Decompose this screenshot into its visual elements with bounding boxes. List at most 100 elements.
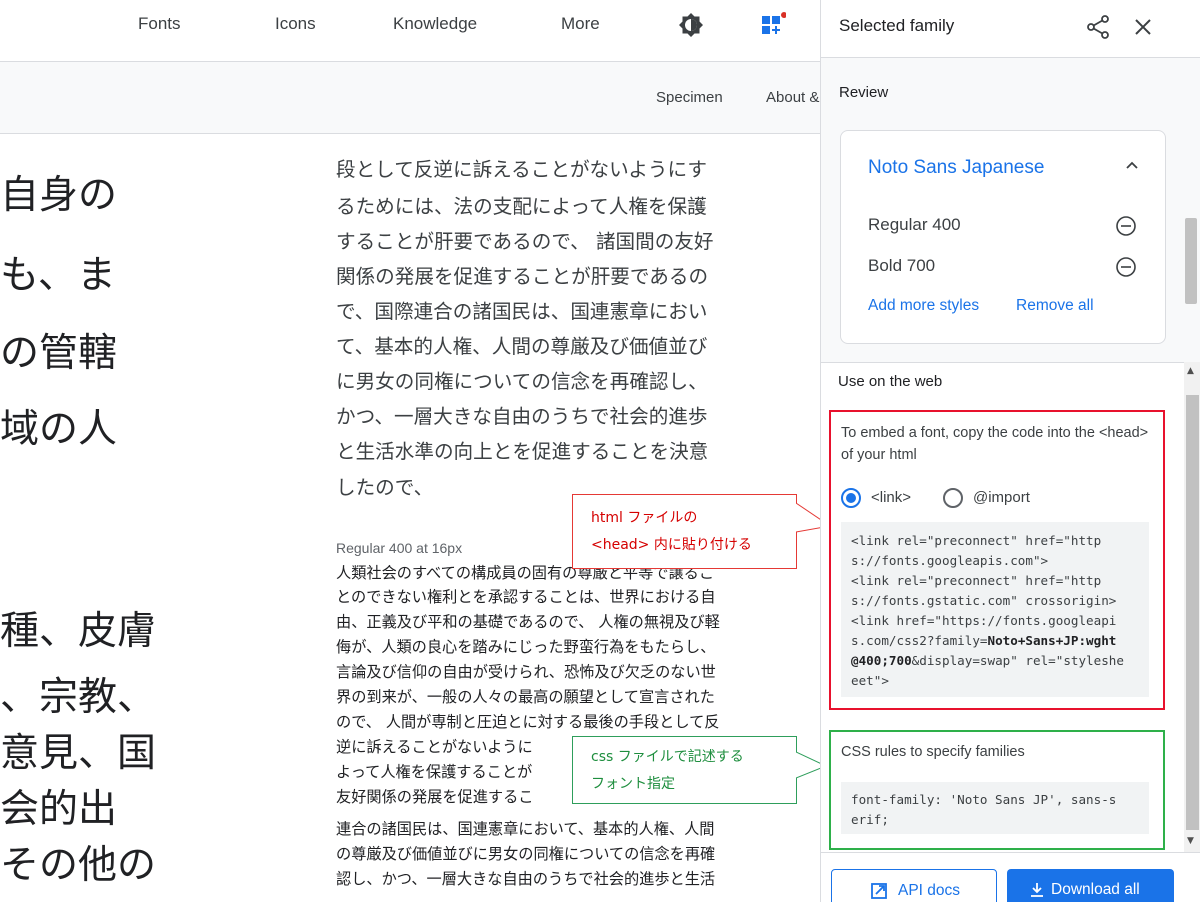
large-text-line: 種、皮膚: [0, 609, 157, 654]
small-text-line: 逆に訴えることがないように: [336, 738, 533, 756]
medium-text-line: るためには、法の支配によって人権を保護: [336, 195, 707, 218]
code-line: erif;: [851, 812, 889, 827]
panel-header: Selected family: [821, 0, 1200, 58]
code-line: @400;700&display=swap" rel="styleshe: [851, 651, 1139, 671]
small-text-line: 友好関係の発展を促進するこ: [336, 788, 534, 806]
embed-section: Use on the web To embed a font, copy the…: [821, 362, 1184, 852]
use-on-web-heading: Use on the web: [838, 373, 943, 390]
sub-nav: Specimen About &: [0, 62, 820, 134]
small-text-line: 由、正義及び平和の基礎であるので、 人権の無視及び軽: [336, 613, 720, 631]
close-icon[interactable]: [1131, 15, 1155, 39]
code-line: s://fonts.googleapis.com">: [851, 553, 1049, 568]
css-code-block[interactable]: font-family: 'Noto Sans JP', sans-s erif…: [841, 782, 1149, 834]
top-nav: Fonts Icons Knowledge More: [0, 0, 820, 50]
api-docs-label: API docs: [898, 882, 961, 899]
tab-specimen[interactable]: Specimen: [656, 89, 723, 106]
code-line: font-family: 'Noto Sans JP', sans-s: [851, 792, 1117, 807]
remove-style-icon[interactable]: [1115, 256, 1137, 278]
embed-scrollbar-thumb[interactable]: [1186, 395, 1199, 830]
chevron-up-icon[interactable]: [1123, 157, 1141, 175]
code-line: <link rel="preconnect" href="http: [851, 573, 1102, 588]
embed-code-block[interactable]: <link rel="preconnect" href="http s://fo…: [841, 522, 1149, 697]
medium-text-line: て、基本的人権、人間の尊厳及び価値並び: [336, 335, 708, 358]
large-specimen-text: 自身の も、ま の管轄 域の人 種、皮膚 、宗教、 意見、国 会的出 その他の: [0, 134, 200, 902]
css-rules-heading: CSS rules to specify families: [841, 744, 1025, 760]
medium-text-line: かつ、一層大きな自由のうちで社会的進歩: [336, 405, 708, 428]
specimen-size-label: Regular 400 at 16px: [336, 540, 463, 556]
code-family-param: Noto+Sans+JP:wght: [987, 633, 1117, 648]
small-text-line: 界の到来が、一般の人々の最高の願望として宣言された: [336, 688, 715, 706]
code-line: s://fonts.gstatic.com" crossorigin>: [851, 593, 1117, 608]
code-fragment: s.com/css2?family=: [851, 633, 988, 648]
large-text-line: 域の人: [0, 407, 118, 452]
style-regular-400: Regular 400: [868, 215, 961, 234]
download-all-button[interactable]: Download all: [1007, 869, 1174, 902]
review-heading: Review: [839, 84, 889, 101]
code-line: eet">: [851, 673, 889, 688]
download-all-label: Download all: [1051, 881, 1140, 898]
add-more-styles-link[interactable]: Add more styles: [868, 297, 979, 315]
scroll-up-icon[interactable]: ▲: [1187, 366, 1194, 376]
small-text-line: よって人権を保護することが: [336, 763, 533, 781]
embed-code-highlight: To embed a font, copy the code into the …: [829, 410, 1165, 710]
large-text-line: も、ま: [0, 253, 116, 298]
code-line: <link href="https://fonts.googleapi: [851, 613, 1117, 628]
tab-about[interactable]: About &: [766, 89, 819, 106]
radio-import-label[interactable]: @import: [973, 489, 1030, 506]
small-text-line: 侮が、人類の良心を踏みにじった野蛮行為をもたらし、: [336, 638, 716, 656]
large-text-line: その他の: [0, 843, 157, 888]
small-text-line: の尊厳及び価値並びに男女の同権についての信念を再確: [336, 845, 716, 863]
medium-text-line: と生活水準の向上とを促進することを決意: [336, 440, 709, 463]
family-card: Noto Sans Japanese Regular 400 Bold 700 …: [840, 130, 1166, 344]
medium-text-line: したので、: [336, 476, 434, 499]
large-text-line: 意見、国: [0, 731, 157, 776]
red-annotation-callout: html ファイルの <head> 内に貼り付ける: [572, 494, 797, 569]
code-fragment: &display=swap" rel="styleshe: [911, 653, 1124, 668]
small-text-line: ので、 人間が専制と圧迫とに対する最後の手段として反: [336, 713, 720, 731]
medium-text-line: することが肝要であるので、 諸国間の友好: [336, 230, 714, 253]
radio-link-label[interactable]: <link>: [871, 489, 911, 506]
nav-icons[interactable]: Icons: [275, 14, 316, 34]
panel-title: Selected family: [839, 16, 955, 35]
code-line: s.com/css2?family=Noto+Sans+JP:wght: [851, 631, 1139, 651]
large-text-line: 、宗教、: [0, 675, 157, 720]
large-text-line: 自身の: [0, 173, 118, 218]
medium-text-line: 段として反逆に訴えることがないようにす: [336, 158, 707, 181]
large-text-line: 会的出: [0, 787, 118, 832]
panel-footer: API docs Download all: [821, 852, 1200, 902]
code-weight-param: @400;700: [851, 653, 912, 668]
medium-text-line: で、国際連合の諸国民は、国連憲章におい: [336, 300, 708, 323]
embed-instructions: To embed a font, copy the code into the …: [841, 425, 1149, 463]
remove-all-link[interactable]: Remove all: [1016, 297, 1094, 315]
nav-more[interactable]: More: [561, 14, 600, 34]
large-text-line: の管轄: [0, 331, 118, 376]
theme-toggle-icon[interactable]: [678, 12, 704, 38]
green-annotation-callout: css ファイルで記述する フォント指定: [572, 736, 797, 804]
css-rules-highlight: CSS rules to specify families font-famil…: [829, 730, 1165, 850]
panel-scrollbar-thumb[interactable]: [1185, 218, 1197, 304]
callout-line: フォント指定: [591, 776, 675, 792]
nav-knowledge[interactable]: Knowledge: [393, 14, 477, 34]
api-docs-button[interactable]: API docs: [831, 869, 997, 902]
callout-line: <head> 内に貼り付ける: [591, 537, 752, 553]
small-text-line: とのできない権利とを承認することは、世界における自: [336, 588, 716, 606]
radio-link[interactable]: [841, 488, 861, 508]
code-line: <link rel="preconnect" href="http: [851, 533, 1102, 548]
remove-style-icon[interactable]: [1115, 215, 1137, 237]
selected-family-panel: Selected family Review Noto Sans Japanes…: [820, 0, 1200, 902]
open-external-icon: [871, 883, 887, 899]
medium-text-line: 関係の発展を促進することが肝要であるの: [336, 265, 709, 288]
callout-line: html ファイルの: [591, 510, 698, 526]
nav-fonts[interactable]: Fonts: [138, 14, 181, 34]
style-bold-700: Bold 700: [868, 256, 936, 275]
small-text-line: 連合の諸国民は、国連憲章において、基本的人権、人間: [336, 820, 715, 838]
selected-families-icon[interactable]: [760, 12, 786, 38]
small-text-line: 認し、かつ、一層大きな自由のうちで社会的進歩と生活: [336, 870, 716, 888]
download-icon: [1031, 883, 1043, 897]
family-name[interactable]: Noto Sans Japanese: [868, 157, 1044, 179]
scroll-down-icon[interactable]: ▼: [1187, 836, 1194, 846]
share-icon[interactable]: [1085, 14, 1111, 40]
callout-line: css ファイルで記述する: [591, 749, 744, 765]
radio-import[interactable]: [943, 488, 963, 508]
small-text-line: 言論及び信仰の自由が受けられ、恐怖及び欠乏のない世: [336, 663, 716, 681]
